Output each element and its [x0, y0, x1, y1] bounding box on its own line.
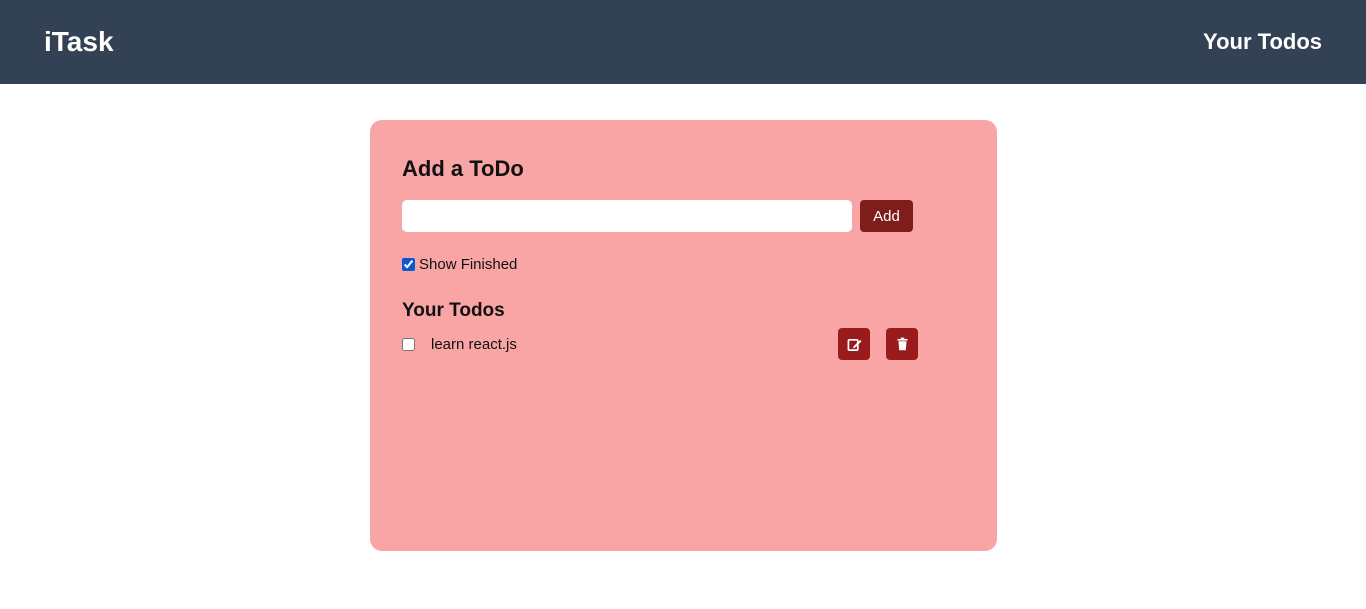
show-finished-label: Show Finished	[419, 256, 518, 273]
add-todo-heading: Add a ToDo	[402, 156, 524, 181]
edit-button[interactable]	[838, 328, 870, 360]
todo-done-checkbox[interactable]	[402, 337, 415, 351]
add-todo-row: Add	[402, 200, 965, 232]
todo-actions	[838, 328, 934, 360]
todo-card: Add a ToDo Add Show Finished Your Todos …	[370, 120, 997, 551]
todo-input[interactable]	[402, 200, 852, 232]
brand-logo[interactable]: iTask	[44, 26, 114, 58]
nav-link-your-todos[interactable]: Your Todos	[1203, 29, 1322, 55]
show-finished-toggle[interactable]: Show Finished	[402, 256, 965, 273]
edit-icon	[847, 338, 862, 351]
show-finished-checkbox[interactable]	[402, 258, 415, 271]
navbar: iTask Your Todos	[0, 0, 1366, 84]
trash-icon	[897, 337, 907, 351]
your-todos-heading: Your Todos	[402, 300, 505, 321]
list-item: learn react.js	[402, 328, 965, 360]
add-button[interactable]: Add	[860, 200, 913, 232]
todo-text: learn react.js	[431, 335, 517, 353]
delete-button[interactable]	[886, 328, 918, 360]
